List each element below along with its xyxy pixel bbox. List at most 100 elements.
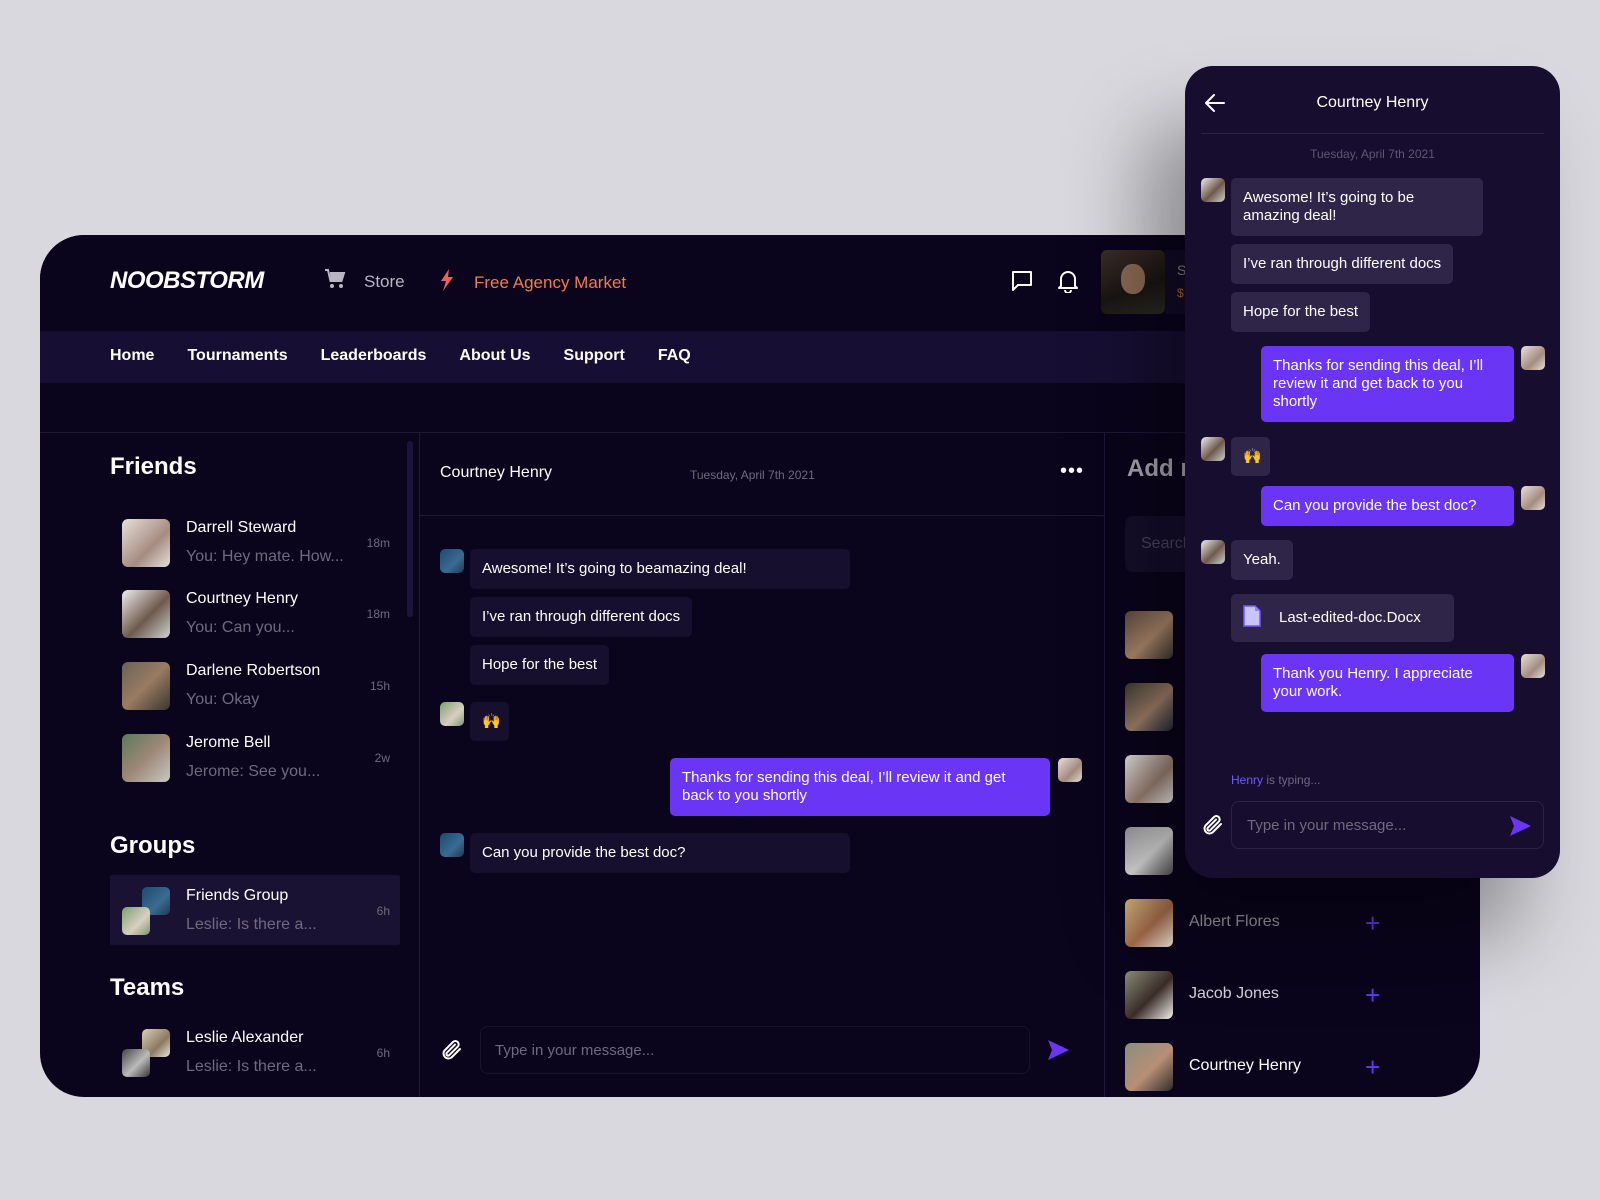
chat-date: Tuesday, April 7th 2021 xyxy=(690,468,815,482)
divider xyxy=(1201,133,1544,134)
friend-name: Jacob Jones xyxy=(1189,985,1279,1002)
group-item[interactable]: Friends Group Leslie: Is there a... 6h xyxy=(110,875,400,945)
user-balance: $ xyxy=(1177,286,1184,300)
nav-leaderboards[interactable]: Leaderboards xyxy=(321,347,427,365)
free-agency-market-link[interactable]: Free Agency Market xyxy=(440,269,626,296)
plus-icon[interactable]: + xyxy=(1365,982,1380,1008)
user-avatar[interactable] xyxy=(1101,250,1165,314)
nav-home[interactable]: Home xyxy=(110,347,154,365)
nav-about-us[interactable]: About Us xyxy=(459,347,530,365)
add-friend-item[interactable]: Courtney Henry + xyxy=(1125,1043,1425,1091)
typing-indicator: Henry is typing... xyxy=(1231,773,1320,787)
chat-composer xyxy=(420,1017,1104,1097)
add-friend-item[interactable]: Jacob Jones + xyxy=(1125,971,1425,1019)
message-bubble: Awesome! It’s going to be amazing deal! xyxy=(1231,178,1483,236)
conversation-name: Darlene Robertson xyxy=(186,662,321,679)
chat-bubble-icon[interactable] xyxy=(1010,269,1034,293)
my-avatar xyxy=(1521,654,1545,678)
plus-icon[interactable]: + xyxy=(1365,1054,1380,1080)
file-attachment[interactable]: Last-edited-doc.Docx xyxy=(1231,594,1454,642)
conversation-name: Jerome Bell xyxy=(186,734,271,751)
cart-icon xyxy=(324,269,346,294)
team-preview: Leslie: Is there a... xyxy=(186,1058,317,1075)
sender-avatar xyxy=(440,549,464,573)
sender-avatar xyxy=(1201,437,1225,461)
group-preview: Leslie: Is there a... xyxy=(186,916,317,933)
conversations-sidebar: Friends Darrell Steward You: Hey mate. H… xyxy=(40,433,419,1097)
conversation-time: 18m xyxy=(366,607,390,621)
message-bubble: 🙌 xyxy=(1231,437,1270,476)
lightning-icon xyxy=(440,269,454,296)
conversation-item[interactable]: Darrell Steward You: Hey mate. How... 18… xyxy=(110,507,400,577)
file-name: Last-edited-doc.Docx xyxy=(1279,609,1421,626)
more-horizontal-icon[interactable]: ••• xyxy=(1060,460,1084,483)
my-message-bubble: Thanks for sending this deal, I’ll revie… xyxy=(670,758,1050,816)
conversation-time: 2w xyxy=(374,751,390,765)
groups-title: Groups xyxy=(110,832,196,859)
group-avatar-2 xyxy=(122,907,150,935)
team-item[interactable]: Leslie Alexander Leslie: Is there a... 6… xyxy=(110,1017,400,1087)
store-link[interactable]: Store xyxy=(324,269,405,294)
conversation-item[interactable]: Jerome Bell Jerome: See you... 2w xyxy=(110,722,400,792)
my-message-bubble: Can you provide the best doc? xyxy=(1261,486,1514,526)
paperclip-icon[interactable] xyxy=(1201,813,1225,842)
document-icon xyxy=(1243,604,1261,632)
conversation-preview: You: Hey mate. How... xyxy=(186,548,344,565)
send-icon[interactable] xyxy=(1046,1038,1070,1067)
message-bubble: Hope for the best xyxy=(470,645,610,685)
message-bubble: Can you provide the best doc? xyxy=(470,833,850,873)
conversation-time: 15h xyxy=(369,679,390,693)
message-bubble: I’ve ran through different docs xyxy=(470,597,693,637)
group-time: 6h xyxy=(376,904,390,918)
mobile-message-input[interactable] xyxy=(1231,801,1544,849)
conversation-item[interactable]: Courtney Henry You: Can you... 18m xyxy=(110,578,400,648)
my-message-bubble: Thank you Henry. I appreciate your work. xyxy=(1261,654,1514,712)
avatar xyxy=(1125,683,1173,731)
chat-contact-name: Courtney Henry xyxy=(440,464,553,481)
sender-avatar xyxy=(1201,178,1225,202)
message-bubble: I’ve ran through different docs xyxy=(1231,244,1454,284)
chat-header: Courtney Henry Tuesday, April 7th 2021 •… xyxy=(420,433,1104,516)
avatar xyxy=(1125,971,1173,1019)
nav-tournaments[interactable]: Tournaments xyxy=(187,347,287,365)
sender-avatar xyxy=(440,702,464,726)
message-input[interactable] xyxy=(480,1026,1030,1074)
add-friend-item[interactable]: Albert Flores + xyxy=(1125,899,1425,947)
team-avatar-2 xyxy=(122,1049,150,1077)
conversation-preview: Jerome: See you... xyxy=(186,763,321,780)
logo[interactable]: NOOBSTORM xyxy=(110,267,264,295)
my-avatar xyxy=(1058,758,1082,782)
plus-icon[interactable]: + xyxy=(1365,910,1380,936)
sender-avatar xyxy=(440,833,464,857)
group-name: Friends Group xyxy=(186,887,289,904)
mobile-chat-window: Courtney Henry Tuesday, April 7th 2021 A… xyxy=(1185,66,1560,878)
message-bubble: 🙌 xyxy=(470,702,509,741)
conversation-time: 18m xyxy=(366,536,390,550)
my-message-bubble: Thanks for sending this deal, I’ll revie… xyxy=(1261,346,1514,422)
team-name: Leslie Alexander xyxy=(186,1029,304,1046)
conversation-name: Courtney Henry xyxy=(186,590,299,607)
friend-name: Courtney Henry xyxy=(1189,1057,1302,1074)
avatar xyxy=(1125,827,1173,875)
mobile-chat-title: Courtney Henry xyxy=(1316,94,1429,111)
bell-icon[interactable] xyxy=(1056,269,1080,293)
message-bubble: Yeah. xyxy=(1231,540,1293,580)
avatar xyxy=(1125,755,1173,803)
typing-text: is typing... xyxy=(1263,773,1321,787)
nav-support[interactable]: Support xyxy=(564,347,625,365)
friends-title: Friends xyxy=(110,453,197,480)
paperclip-icon[interactable] xyxy=(440,1038,464,1067)
mobile-chat-date: Tuesday, April 7th 2021 xyxy=(1310,147,1435,161)
teams-title: Teams xyxy=(110,974,185,1001)
store-label: Store xyxy=(364,271,405,291)
conversation-item[interactable]: Darlene Robertson You: Okay 15h xyxy=(110,650,400,720)
avatar xyxy=(122,734,170,782)
avatar xyxy=(122,590,170,638)
conversation-preview: You: Can you... xyxy=(186,619,295,636)
send-icon[interactable] xyxy=(1508,814,1532,843)
avatar xyxy=(1125,611,1173,659)
sender-avatar xyxy=(1201,540,1225,564)
avatar xyxy=(122,662,170,710)
nav-faq[interactable]: FAQ xyxy=(658,347,691,365)
sidebar-scrollbar[interactable] xyxy=(407,441,413,617)
